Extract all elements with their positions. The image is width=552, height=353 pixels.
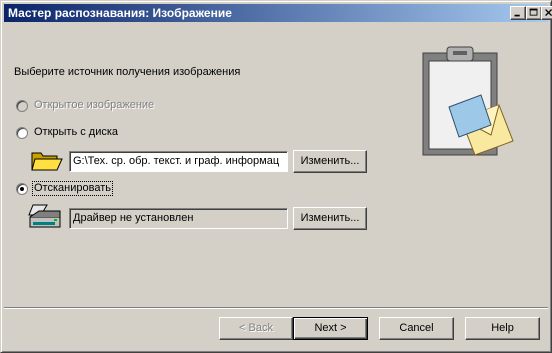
scanner-icon (28, 204, 61, 228)
cancel-label: Cancel (399, 322, 434, 334)
disk-change-button[interactable]: Изменить... (293, 150, 367, 173)
window-title: Мастер распознавания: Изображение (8, 6, 232, 20)
open-image-radio[interactable] (16, 100, 28, 112)
disk-change-label: Изменить... (300, 155, 360, 167)
cancel-button[interactable]: Cancel (379, 317, 454, 340)
close-icon (545, 9, 552, 17)
open-image-label: Открытое изображение (34, 99, 155, 111)
title-bar[interactable]: Мастер распознавания: Изображение (4, 4, 548, 22)
scanner-driver-field: Драйвер не установлен (69, 208, 288, 229)
maximize-button[interactable] (526, 6, 542, 20)
open-from-disk-label[interactable]: Открыть с диска (34, 126, 118, 138)
help-label: Help (491, 322, 514, 334)
disk-path-text: G:\Тех. ср. обр. текст. и граф. информац (73, 155, 280, 167)
minimize-button[interactable] (510, 6, 526, 20)
maximize-icon (529, 8, 538, 16)
scan-radio[interactable] (16, 183, 28, 195)
minimize-icon (514, 14, 520, 17)
scanner-change-label: Изменить... (300, 212, 360, 224)
back-button[interactable]: < Back (219, 317, 293, 340)
folder-icon (31, 152, 63, 171)
clipboard-envelope-icon (422, 46, 514, 156)
scanner-driver-text: Драйвер не установлен (73, 212, 194, 224)
scan-focus-rect (32, 181, 113, 196)
next-button[interactable]: Next > (293, 317, 368, 340)
scanner-change-button[interactable]: Изменить... (293, 207, 367, 230)
back-label: < Back (239, 322, 273, 334)
prompt-text: Выберите источник получения изображения (14, 66, 241, 78)
disk-path-field[interactable]: G:\Тех. ср. обр. текст. и граф. информац (69, 151, 288, 172)
footer-separator (4, 307, 548, 309)
help-button[interactable]: Help (465, 317, 540, 340)
scan-radio-dot (20, 187, 24, 191)
close-button[interactable] (541, 6, 552, 20)
wizard-window: Мастер распознавания: Изображение Выбери… (0, 0, 552, 353)
next-label: Next > (314, 322, 347, 334)
open-from-disk-radio[interactable] (16, 127, 28, 139)
